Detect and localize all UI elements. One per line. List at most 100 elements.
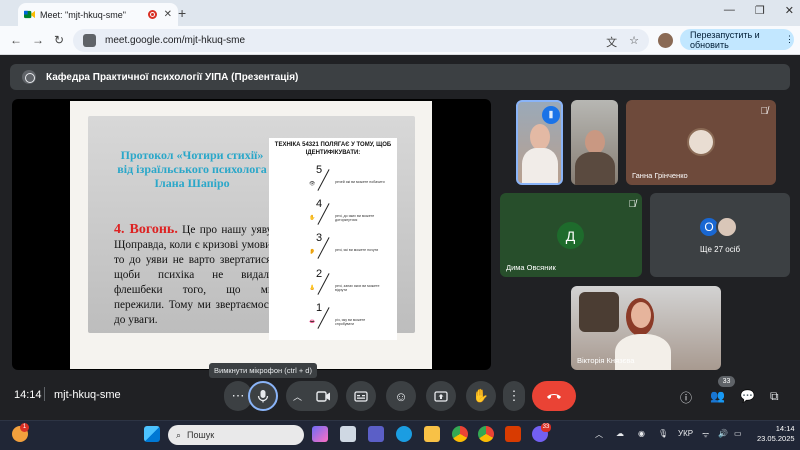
minimize-button[interactable]: — — [724, 4, 735, 17]
slide-text: Це про нашу уяву. Щоправда, коли є кризо… — [114, 224, 274, 326]
leave-call-button[interactable] — [532, 381, 576, 411]
camera-button[interactable]: ︿ — [286, 381, 338, 411]
slide-heading: 4. Вогонь. — [114, 222, 178, 237]
activities-icon[interactable]: ⧉ — [770, 389, 779, 404]
participant-tile[interactable]: Вікторія Князєва — [571, 286, 721, 370]
participant-video — [585, 130, 605, 154]
mic-tray-icon[interactable]: 🎙 — [658, 429, 668, 438]
participant-video — [631, 302, 651, 328]
captions-icon — [354, 390, 368, 402]
start-icon[interactable] — [144, 426, 160, 442]
cloud-icon[interactable]: ☁ — [616, 429, 624, 438]
teams-icon[interactable] — [368, 426, 384, 442]
update-label: Перезапустить и обновить — [690, 29, 760, 50]
technique-item: 5 👁 речей які ви можете побачити — [269, 164, 397, 194]
viber-badge: 33 — [541, 423, 551, 432]
meeting-code: mjt-hkuq-sme — [54, 389, 121, 401]
volume-icon[interactable]: 🔊 — [718, 429, 728, 438]
technique-title: ТЕХНІКА 54321 ПОЛЯГАЄ У ТОМУ, ЩОБ ІДЕНТИ… — [274, 142, 392, 156]
clock-area[interactable]: 14:14 23.05.2025 — [757, 424, 795, 444]
eye-icon: 👁 — [309, 181, 316, 187]
wifi-icon[interactable]: ᯤ — [702, 429, 709, 440]
address-bar[interactable]: meet.google.com/mjt-hkuq-sme 文 ☆ — [73, 29, 649, 52]
forward-icon[interactable]: → — [32, 33, 44, 47]
avatar — [716, 216, 738, 238]
mouth-icon: 👄 — [309, 319, 316, 325]
hand-icon: ✋ — [472, 388, 490, 403]
technique-number: 1 — [316, 302, 323, 314]
update-button[interactable]: Перезапустить и обновить ⋮ — [680, 29, 794, 50]
new-tab-button[interactable]: + — [178, 5, 186, 21]
speaking-icon: ⦀ — [542, 106, 560, 124]
technique-number: 3 — [316, 232, 323, 244]
tab-close-icon[interactable]: ✕ — [164, 9, 172, 20]
participant-name: Дима Овсяник — [506, 263, 556, 272]
mic-off-icon: 🎙̸ — [760, 106, 769, 117]
participant-name: Вікторія Князєва — [577, 356, 635, 365]
slide-background: Протокол «Чотири стихії» від ізраїльсько… — [88, 116, 415, 340]
close-window-button[interactable]: ✕ — [785, 4, 794, 17]
file-explorer-icon[interactable] — [424, 426, 440, 442]
presentation-title: Кафедра Практичної психології УІПА (През… — [46, 71, 299, 83]
bookmark-star-icon[interactable]: ☆ — [629, 34, 639, 50]
tab-title: Meet: "mjt-hkuq-sme" — [40, 9, 126, 20]
microphone-button[interactable] — [248, 381, 278, 411]
edge-icon[interactable] — [396, 426, 412, 442]
present-icon — [434, 390, 448, 402]
participant-tile[interactable]: ⦀ — [516, 100, 563, 185]
taskbar-search[interactable]: ⌕ Пошук — [168, 425, 304, 445]
presentation-title-bar: Кафедра Практичної психології УІПА (През… — [10, 64, 790, 90]
taskbar-time: 14:14 — [775, 424, 795, 433]
back-icon[interactable]: ← — [10, 33, 22, 47]
restore-button[interactable]: ❐ — [755, 4, 765, 17]
participant-body — [575, 152, 615, 185]
reload-icon[interactable]: ↻ — [54, 33, 64, 47]
people-icon[interactable]: 👥 — [710, 389, 725, 403]
chrome-tray-icon[interactable]: ◉ — [638, 429, 645, 438]
chevron-up-icon[interactable]: ︿ — [595, 429, 603, 440]
info-icon[interactable]: ⓘ — [680, 389, 692, 406]
camera-icon — [316, 390, 330, 402]
mic-off-icon: 🎙̸ — [628, 199, 637, 210]
chat-icon[interactable]: 💬 — [740, 389, 755, 403]
chrome-icon[interactable] — [452, 426, 468, 442]
browser-tab[interactable]: Meet: "mjt-hkuq-sme" ✕ — [18, 3, 178, 26]
technique-number: 2 — [316, 268, 323, 280]
tab-bar: Meet: "mjt-hkuq-sme" ✕ + — ❐ ✕ — [0, 0, 800, 26]
translate-icon[interactable]: 文 — [606, 34, 617, 50]
avatar: Д — [557, 222, 584, 249]
participant-tile[interactable]: 🎙̸ Ганна Грінченко — [626, 100, 776, 185]
more-options-button[interactable]: ⋮ — [503, 381, 525, 411]
raise-hand-button[interactable]: ✋ — [466, 381, 496, 411]
recording-icon — [147, 10, 157, 19]
divider — [44, 387, 45, 401]
technique-text: речей які ви можете побачити — [335, 180, 385, 184]
captions-button[interactable] — [346, 381, 376, 411]
profile-avatar[interactable] — [658, 33, 673, 48]
gallery-icon[interactable] — [340, 426, 356, 442]
technique-text: річ, яку ви можете спробувати — [335, 318, 366, 326]
chevron-up-icon[interactable]: ︿ — [293, 390, 302, 403]
language-indicator[interactable]: УКР — [678, 429, 693, 438]
meeting-clock: 14:14 — [14, 389, 42, 401]
technique-item: 3 👂 речі, які ви можете почути — [269, 232, 397, 262]
nose-icon: 👃 — [309, 285, 316, 291]
pdf-icon[interactable] — [505, 426, 521, 442]
mic-icon — [257, 390, 269, 403]
reactions-button[interactable]: ☺ — [386, 381, 416, 411]
chrome-profile-icon[interactable] — [478, 426, 494, 442]
mic-tooltip: Вимкнути мікрофон (ctrl + d) — [209, 363, 317, 378]
technique-item: 1 👄 річ, яку ви можете спробувати — [269, 302, 397, 332]
present-button[interactable] — [426, 381, 456, 411]
participant-name: Ганна Грінченко — [632, 171, 688, 180]
copilot-icon[interactable] — [312, 426, 328, 442]
site-info-icon[interactable] — [83, 34, 96, 47]
battery-icon[interactable]: ▭ — [734, 429, 742, 438]
participant-tile[interactable] — [571, 100, 618, 185]
technique-item: 4 ✋ речі, до яких ви можете доторкнутися — [269, 198, 397, 228]
more-participants-label: Ще 27 осіб — [700, 245, 741, 254]
menu-icon[interactable]: ⋮ — [785, 34, 794, 45]
url-text: meet.google.com/mjt-hkuq-sme — [105, 35, 246, 46]
slide: Протокол «Чотири стихії» від ізраїльсько… — [70, 101, 432, 369]
window-controls: — ❐ ✕ — [724, 4, 794, 17]
